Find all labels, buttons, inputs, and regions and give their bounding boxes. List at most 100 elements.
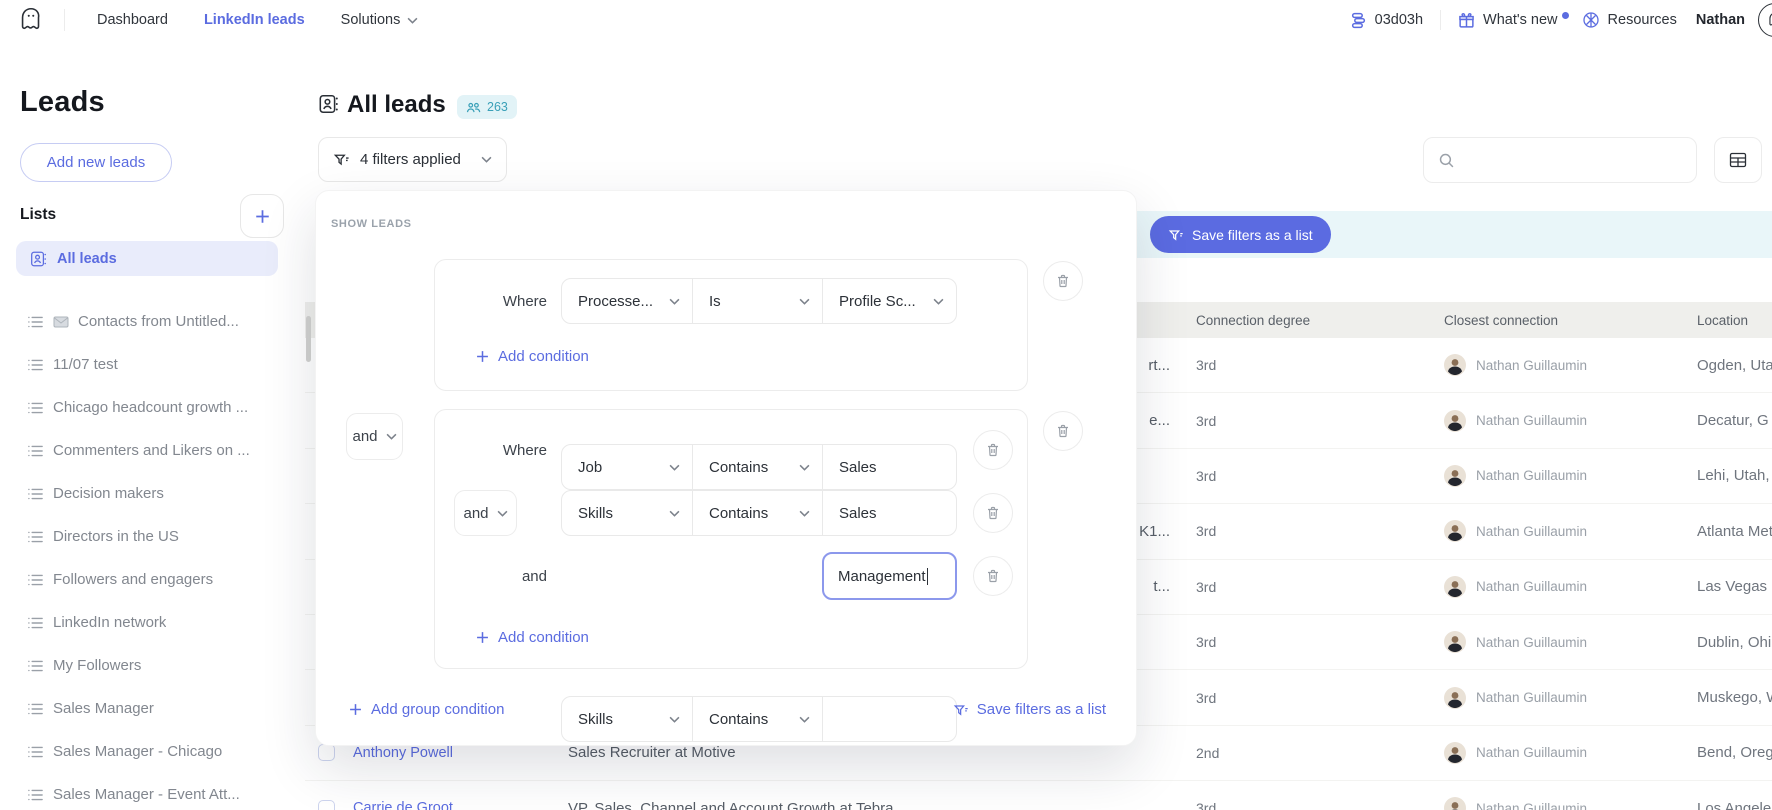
add-condition-link[interactable]: Add condition [476, 629, 589, 646]
value-input-focused[interactable]: Management [822, 552, 957, 600]
save-filters-as-list-button[interactable]: Save filters as a list [1150, 216, 1331, 253]
user-avatar[interactable] [1758, 3, 1772, 37]
value-input[interactable] [822, 697, 956, 741]
group-connector-select[interactable]: and [346, 413, 403, 460]
save-filters-banner: Save filters as a list [1100, 211, 1772, 258]
lead-name[interactable]: Anthony Powell [353, 745, 553, 761]
list-title: All leads [347, 91, 446, 118]
field-select[interactable]: Skills [562, 697, 692, 741]
delete-group-button[interactable] [1043, 261, 1083, 301]
sidebar-item-directors-us[interactable]: Directors in the US [0, 515, 300, 558]
plus-icon [350, 704, 361, 715]
sidebar-item-sales-manager-event[interactable]: Sales Manager - Event Att... [0, 773, 300, 810]
search-box[interactable] [1423, 137, 1697, 183]
sidebar-item-my-followers[interactable]: My Followers [0, 644, 300, 687]
operator-select[interactable]: Contains [692, 697, 822, 741]
nav-item-solutions[interactable]: Solutions [341, 12, 419, 28]
sidebar-item-commenters-likers[interactable]: Commenters and Likers on ... [0, 429, 300, 472]
closest-connection: Nathan Guillaumin [1444, 575, 1697, 598]
show-leads-label: SHOW LEADS [331, 218, 412, 230]
filters-applied-button[interactable]: 4 filters applied [318, 137, 507, 182]
add-new-leads-button[interactable]: Add new leads [20, 143, 172, 182]
search-input[interactable] [1465, 152, 1682, 168]
value-text: Profile Sc... [839, 292, 916, 310]
column-header-closest-connection[interactable]: Closest connection [1444, 313, 1697, 328]
connection-degree: 3rd [1196, 800, 1217, 810]
sidebar-item-label: LinkedIn network [53, 614, 167, 631]
closest-connection-name: Nathan Guillaumin [1476, 800, 1588, 810]
nav-item-linkedin-leads[interactable]: LinkedIn leads [204, 12, 305, 28]
sidebar-item-label: Commenters and Likers on ... [53, 442, 250, 459]
table-view-button[interactable] [1714, 137, 1762, 183]
closest-connection-name: Nathan Guillaumin [1476, 579, 1588, 595]
closest-connection-name: Nathan Guillaumin [1476, 745, 1588, 761]
sidebar-item-sales-manager[interactable]: Sales Manager [0, 687, 300, 730]
delete-group-button[interactable] [1043, 411, 1083, 451]
list-icon [28, 316, 43, 327]
chevron-down-icon [799, 716, 810, 723]
add-group-condition-link[interactable]: Add group condition [349, 701, 504, 718]
avatar [1444, 575, 1466, 598]
field-select[interactable]: Processe... [562, 279, 692, 323]
sidebar-item-sales-manager-chicago[interactable]: Sales Manager - Chicago [0, 730, 300, 773]
trash-icon [1058, 424, 1068, 438]
chevron-down-icon [799, 298, 810, 305]
column-header-connection-degree[interactable]: Connection degree [1196, 313, 1444, 328]
row-checkbox[interactable] [318, 744, 335, 762]
ghost-logo-icon[interactable] [16, 5, 46, 35]
closest-connection: Nathan Guillaumin [1444, 741, 1697, 764]
field-select[interactable]: Skills [562, 491, 692, 535]
operator-select[interactable]: Contains [692, 445, 822, 489]
list-icon [28, 402, 43, 413]
condition-label: Where [502, 441, 547, 459]
condition-control: Skills Contains Sales [561, 490, 957, 536]
plus-icon [255, 209, 269, 223]
column-header-location[interactable]: Location [1697, 313, 1772, 328]
list-icon [28, 445, 43, 456]
operator-select[interactable]: Is [692, 279, 822, 323]
sidebar-item-label: My Followers [53, 657, 142, 674]
user-name[interactable]: Nathan [1696, 12, 1745, 28]
nav-item-solutions-label: Solutions [340, 12, 401, 28]
list-icon [28, 488, 43, 499]
value-select[interactable]: Profile Sc... [822, 279, 956, 323]
list-icon [28, 359, 43, 370]
save-filters-link[interactable]: Save filters as a list [953, 701, 1106, 718]
connection-degree: 3rd [1196, 634, 1217, 651]
sidebar-item-contacts-from-untitled[interactable]: Contacts from Untitled... [0, 300, 300, 343]
delete-condition-button[interactable] [973, 493, 1013, 533]
sidebar-item-all-leads[interactable]: All leads [16, 241, 278, 276]
value-input[interactable]: Sales [822, 491, 956, 535]
sidebar-item-label: Chicago headcount growth ... [53, 399, 249, 416]
lead-name[interactable]: Carrie de Groot [353, 800, 553, 810]
value-input[interactable]: Sales [822, 445, 956, 489]
table-row-carrie-de-groot[interactable]: Carrie de Groot VP, Sales, Channel and A… [305, 781, 1772, 810]
trash-icon [988, 443, 998, 457]
add-condition-link[interactable]: Add condition [476, 348, 589, 365]
nav-item-dashboard[interactable]: Dashboard [97, 12, 168, 28]
resources-button[interactable]: Resources [1582, 11, 1677, 29]
row-checkbox[interactable] [318, 799, 335, 810]
operator-select[interactable]: Contains [692, 491, 822, 535]
condition-connector-select[interactable]: and [454, 490, 517, 536]
sidebar-item-11-07-test[interactable]: 11/07 test [0, 343, 300, 386]
sidebar-item-followers-engagers[interactable]: Followers and engagers [0, 558, 300, 601]
field-select[interactable]: Job [562, 445, 692, 489]
condition-label: and [521, 567, 547, 585]
closest-connection: Nathan Guillaumin [1444, 520, 1697, 543]
whats-new-button[interactable]: What's new [1458, 11, 1569, 29]
save-filters-as-list-label: Save filters as a list [1192, 226, 1313, 243]
add-list-button[interactable] [240, 194, 284, 238]
delete-condition-button[interactable] [973, 430, 1013, 470]
plus-icon [477, 632, 488, 643]
table-scrollbar[interactable] [306, 316, 311, 362]
delete-condition-button[interactable] [973, 556, 1013, 596]
credits-button[interactable]: 03d03h [1350, 12, 1423, 29]
avatar [1444, 409, 1466, 432]
search-icon [1439, 153, 1454, 167]
sidebar-item-decision-makers[interactable]: Decision makers [0, 472, 300, 515]
sidebar-item-linkedin-network[interactable]: LinkedIn network [0, 601, 300, 644]
lead-title-peek: t... [1153, 578, 1170, 596]
condition-connector-value: and [463, 504, 489, 522]
sidebar-item-chicago-headcount[interactable]: Chicago headcount growth ... [0, 386, 300, 429]
